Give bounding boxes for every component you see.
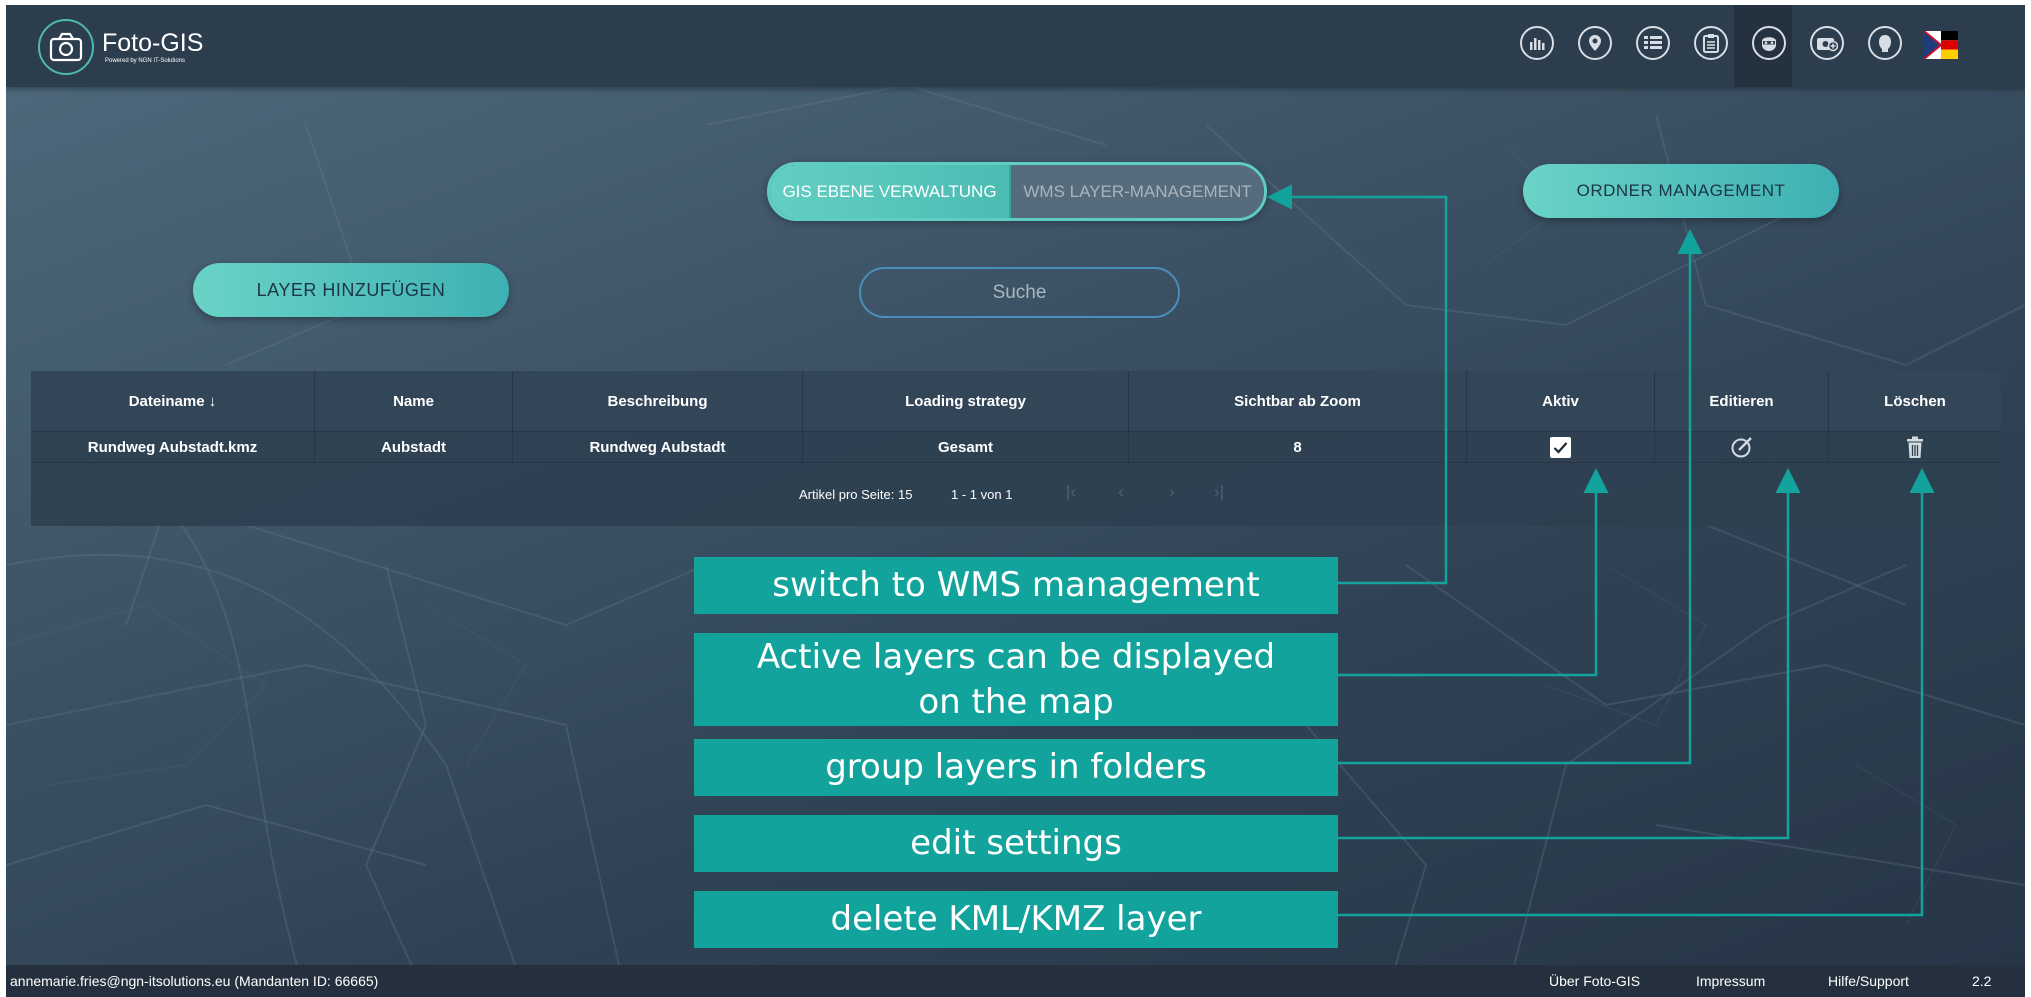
footer-impressum-link[interactable]: Impressum [1696,973,1765,989]
callout-edit: edit settings [694,815,1338,872]
app-subtitle: Powered by NGN IT-Solutions [105,58,186,64]
search-input[interactable] [859,267,1180,318]
first-page-icon[interactable]: |‹ [1066,482,1076,502]
app-window: Foto-GIS Powered by NGN IT-Solutions GIS… [6,5,2025,997]
ordner-management-button[interactable]: ORDNER MANAGEMENT [1523,164,1839,218]
language-flag-icon[interactable] [1924,31,1958,59]
items-per-page-label: Artikel pro Seite: 15 [799,487,913,502]
user-icon[interactable] [1868,26,1902,60]
app-title: Foto-GIS [102,29,204,57]
edit-icon[interactable] [1730,435,1754,459]
statistics-icon[interactable] [1520,26,1554,60]
column-header-name[interactable]: Name [315,371,513,431]
column-header-loeschen: Löschen [1884,392,1946,410]
callout-wms: switch to WMS management [694,557,1338,614]
cell-aktiv [1467,431,1655,463]
user-info: annemarie.fries@ngn-itsolutions.eu (Mand… [10,973,379,989]
cell-name: Aubstadt [315,431,513,463]
layer-add-button[interactable]: LAYER HINZUFÜGEN [193,263,509,317]
management-mode-toggle[interactable]: GIS EBENE VERWALTUNG WMS LAYER-MANAGEMEN… [767,162,1267,221]
trash-icon[interactable] [1906,436,1924,459]
top-bar: Foto-GIS Powered by NGN IT-Solutions [6,5,2025,87]
footer-help-link[interactable]: Hilfe/Support [1828,973,1909,989]
cell-zoom: 8 [1129,431,1467,463]
admin-mask-icon[interactable] [1752,26,1786,60]
layer-table: Dateiname ↓ Name Beschreibung Loading st… [31,371,2001,526]
column-header-dateiname[interactable]: Dateiname ↓ [31,371,315,431]
clipboard-icon[interactable] [1694,26,1728,60]
previous-page-icon[interactable]: ‹ [1118,482,1124,502]
last-page-icon[interactable]: ›| [1214,482,1224,502]
column-header-loading-strategy[interactable]: Loading strategy [803,371,1129,431]
next-page-icon[interactable]: › [1169,482,1175,502]
version-label: 2.2 [1972,973,1992,989]
column-header-editieren: Editieren [1655,371,1829,431]
tab-gis-ebene-verwaltung[interactable]: GIS EBENE VERWALTUNG [770,165,1011,218]
cell-loeschen [1829,431,2001,463]
footer-about-link[interactable]: Über Foto-GIS [1549,973,1640,989]
cell-dateiname: Rundweg Aubstadt.kmz [31,431,315,463]
callout-active-line1: Active layers can be displayed [756,637,1276,678]
page-range-label: 1 - 1 von 1 [951,487,1013,502]
callout-active-layers: Active layers can be displayed on the ma… [694,633,1338,726]
layers-list-icon[interactable] [1636,26,1670,60]
column-header-beschreibung[interactable]: Beschreibung [513,371,803,431]
camera-logo-icon[interactable] [38,19,94,75]
callout-delete: delete KML/KMZ layer [694,891,1338,948]
callout-folders: group layers in folders [694,739,1338,796]
tab-wms-layer-management[interactable]: WMS LAYER-MANAGEMENT [1011,165,1264,218]
cell-editieren [1655,431,1829,463]
footer-bar: annemarie.fries@ngn-itsolutions.eu (Mand… [6,965,2025,997]
column-header-aktiv[interactable]: Aktiv [1467,371,1655,431]
camera-add-icon[interactable] [1810,26,1844,60]
map-pin-icon[interactable] [1578,26,1612,60]
active-checkbox[interactable] [1550,436,1571,458]
cell-beschreibung: Rundweg Aubstadt [513,431,803,463]
cell-loading-strategy: Gesamt [803,431,1129,463]
callout-active-line2: on the map [918,681,1114,722]
column-header-sichtbar-ab-zoom[interactable]: Sichtbar ab Zoom [1129,371,1467,431]
